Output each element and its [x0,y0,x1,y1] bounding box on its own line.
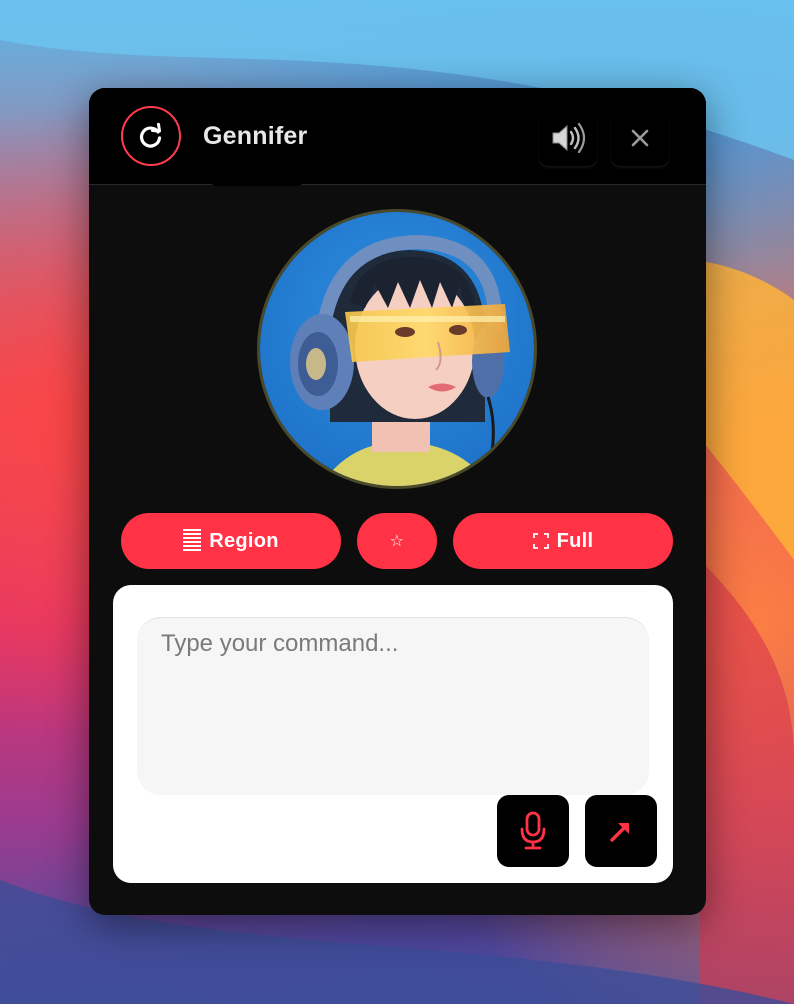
full-capture-button[interactable]: Full [453,513,673,569]
logo-button[interactable] [121,106,181,166]
refresh-icon [140,122,162,148]
assistant-window: Gennifer Region ☆ Full Type your command… [89,88,706,915]
full-label: Full [556,529,594,552]
region-capture-button[interactable]: Region [121,513,341,569]
app-title: Gennifer [203,122,308,150]
command-input[interactable] [137,617,649,795]
favorite-button[interactable]: ☆ [357,513,437,569]
speaker-icon [552,122,586,154]
speaker-button[interactable] [539,110,597,166]
window-header: Gennifer [89,88,706,185]
close-icon [631,129,649,147]
fullscreen-corners-icon [532,533,549,549]
star-icon: ☆ [389,533,405,550]
region-lines-icon [183,529,202,551]
microphone-button[interactable] [497,795,569,867]
avatar-image [260,212,534,486]
microphone-icon [520,811,546,850]
region-label: Region [209,529,279,552]
send-button[interactable] [585,795,657,867]
arrow-up-right-icon [610,823,629,842]
avatar [257,209,537,489]
command-card [113,585,673,883]
close-button[interactable] [611,110,669,166]
header-tab-notch [209,178,305,186]
